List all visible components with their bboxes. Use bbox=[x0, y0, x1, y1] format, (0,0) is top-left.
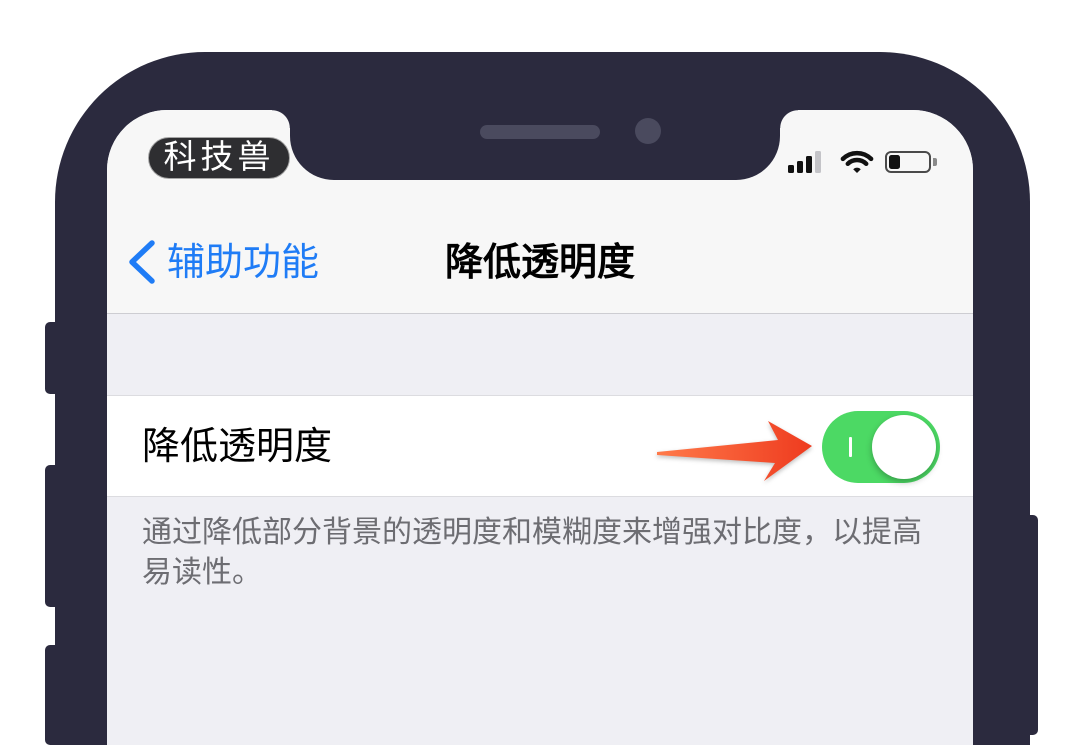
red-arrow-icon bbox=[657, 421, 812, 481]
footer-line: 易读性。 bbox=[142, 555, 262, 590]
battery-body bbox=[885, 151, 931, 173]
notch-right-corner bbox=[780, 110, 798, 128]
signal-bar bbox=[815, 151, 821, 173]
toggle-knob[interactable] bbox=[872, 415, 936, 479]
earpiece-speaker bbox=[480, 125, 600, 139]
battery-level-fill bbox=[889, 155, 901, 169]
wifi-icon bbox=[840, 150, 874, 173]
front-camera bbox=[635, 118, 661, 144]
battery-terminal bbox=[933, 158, 937, 166]
notch bbox=[272, 110, 798, 180]
side-button-mute bbox=[45, 322, 59, 394]
signal-bar bbox=[806, 156, 812, 173]
signal-bar bbox=[797, 161, 803, 173]
signal-bar bbox=[788, 165, 794, 173]
reduce-transparency-toggle[interactable] bbox=[822, 411, 940, 483]
side-button-volume-up bbox=[45, 465, 59, 607]
page-title: 降低透明度 bbox=[444, 240, 635, 284]
side-button-power bbox=[1026, 515, 1038, 735]
reduce-transparency-label: 降低透明度 bbox=[142, 424, 333, 468]
battery-icon bbox=[885, 151, 937, 173]
watermark-badge: 科技兽 bbox=[148, 137, 290, 179]
side-button-volume-down bbox=[45, 645, 59, 745]
reduce-transparency-row: 降低透明度 bbox=[107, 395, 973, 497]
notch-left-corner bbox=[272, 110, 290, 128]
navigation-bar: 科技兽 辅助功能 降低透明度 bbox=[107, 110, 973, 314]
footer-line: 通过降低部分背景的透明度和模糊度来增强对比度，以提高 bbox=[142, 515, 922, 550]
cellular-signal-icon bbox=[788, 151, 821, 173]
toggle-on-indicator-icon bbox=[849, 437, 852, 457]
phone-screen: 科技兽 辅助功能 降低透明度 降低透明度 通过降低部分背景的透明度和模糊度来增强… bbox=[107, 110, 973, 745]
section-footer-description: 通过降低部分背景的透明度和模糊度来增强对比度，以提高 易读性。 bbox=[142, 513, 962, 593]
